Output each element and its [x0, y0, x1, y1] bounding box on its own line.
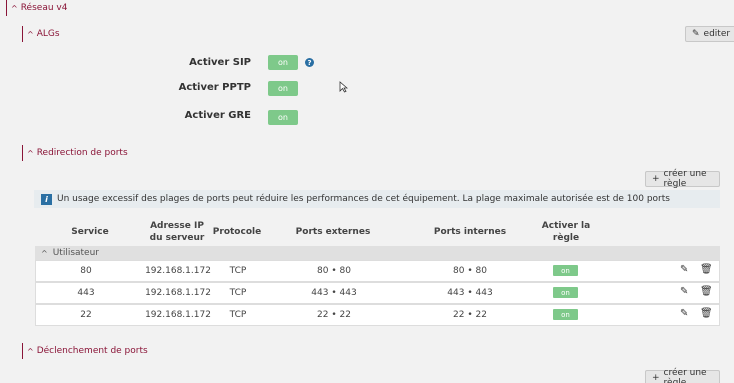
create-rule-label: créer une règle — [663, 368, 707, 383]
chevron-up-icon: ^ — [11, 3, 18, 13]
section-title: Réseau v4 — [20, 3, 68, 13]
gre-toggle[interactable]: on — [268, 110, 298, 125]
plus-icon: + — [652, 174, 660, 184]
pptp-toggle[interactable]: on — [268, 81, 298, 96]
cell-service: 80 — [80, 266, 92, 276]
header-protocol: Protocole — [212, 227, 262, 237]
chevron-up-icon: ^ — [27, 29, 34, 39]
pencil-icon[interactable]: ✎ — [680, 286, 688, 297]
section-marker — [22, 145, 23, 161]
cell-ip: 192.168.1.172 — [145, 288, 211, 298]
section-algs[interactable]: ^ ALGs — [22, 26, 60, 42]
header-active-line1: Activer la — [541, 221, 591, 231]
trash-icon[interactable]: 🗑 — [700, 286, 713, 297]
trash-icon[interactable]: 🗑 — [700, 308, 713, 319]
header-external-ports: Ports externes — [295, 227, 371, 237]
pptp-label: Activer PPTP — [178, 82, 251, 93]
create-rule-button[interactable]: + créer une règle — [645, 169, 720, 189]
info-text: Un usage excessif des plages de ports pe… — [57, 194, 670, 204]
section-redirection[interactable]: ^ Redirection de ports — [22, 145, 128, 161]
cell-ip: 192.168.1.172 — [145, 310, 211, 320]
cell-external-ports: 80 • 80 — [317, 266, 351, 276]
header-service: Service — [71, 227, 109, 237]
cell-external-ports: 443 • 443 — [311, 288, 357, 298]
header-internal-ports: Ports internes — [433, 227, 507, 237]
cell-protocol: TCP — [229, 310, 247, 320]
group-label: Utilisateur — [52, 248, 99, 258]
edit-button-label: editer — [703, 29, 731, 39]
header-ip: Adresse IP du serveur — [142, 220, 212, 244]
header-active-line2: règle — [552, 233, 580, 243]
chevron-up-icon: ^ — [27, 346, 34, 356]
cell-protocol: TCP — [229, 288, 247, 298]
section-marker — [22, 26, 23, 42]
chevron-up-icon: ^ — [27, 148, 34, 158]
info-icon: i — [41, 193, 52, 205]
info-banner: i Un usage excessif des plages de ports … — [34, 190, 720, 208]
header-ip-line1: Adresse IP — [150, 221, 204, 231]
plus-icon: + — [652, 373, 660, 383]
help-icon[interactable]: ? — [305, 58, 314, 67]
section-marker — [6, 0, 7, 16]
sip-label: Activer SIP — [189, 57, 251, 68]
gre-label: Activer GRE — [184, 110, 251, 121]
section-marker — [22, 343, 23, 359]
trash-icon[interactable]: 🗑 — [700, 264, 713, 275]
create-rule-label: créer une règle — [663, 169, 707, 189]
section-title: ALGs — [36, 29, 60, 39]
pencil-icon: ✎ — [692, 29, 700, 39]
chevron-up-icon: ^ — [41, 248, 48, 258]
cell-service: 443 — [77, 288, 95, 298]
section-title: Déclenchement de ports — [36, 346, 148, 356]
rule-status-toggle[interactable]: on — [553, 265, 578, 276]
edit-button[interactable]: ✎ editer — [685, 26, 734, 42]
mouse-cursor-icon — [339, 81, 348, 93]
table-row: 22 192.168.1.172 TCP 22 • 22 22 • 22 on … — [35, 304, 720, 326]
cell-ip: 192.168.1.172 — [145, 266, 211, 276]
section-reseau-v4[interactable]: ^ Réseau v4 — [6, 0, 67, 16]
section-title: Redirection de ports — [36, 148, 128, 158]
table-row: 80 192.168.1.172 TCP 80 • 80 80 • 80 on … — [35, 260, 720, 282]
cell-external-ports: 22 • 22 — [317, 310, 351, 320]
sip-toggle[interactable]: on — [268, 55, 298, 70]
cell-internal-ports: 22 • 22 — [453, 310, 487, 320]
rule-status-toggle[interactable]: on — [553, 287, 578, 298]
cell-service: 22 — [80, 310, 92, 320]
pencil-icon[interactable]: ✎ — [680, 264, 688, 275]
create-rule-button[interactable]: + créer une règle — [645, 368, 720, 383]
cell-internal-ports: 443 • 443 — [447, 288, 493, 298]
cell-protocol: TCP — [229, 266, 247, 276]
section-declenchement[interactable]: ^ Déclenchement de ports — [22, 343, 148, 359]
pencil-icon[interactable]: ✎ — [680, 308, 688, 319]
table-row: 443 192.168.1.172 TCP 443 • 443 443 • 44… — [35, 282, 720, 304]
group-utilisateur[interactable]: ^ Utilisateur — [35, 246, 720, 260]
header-active: Activer la règle — [536, 220, 596, 244]
header-ip-line2: du serveur — [149, 233, 205, 243]
rule-status-toggle[interactable]: on — [553, 309, 578, 320]
cell-internal-ports: 80 • 80 — [453, 266, 487, 276]
